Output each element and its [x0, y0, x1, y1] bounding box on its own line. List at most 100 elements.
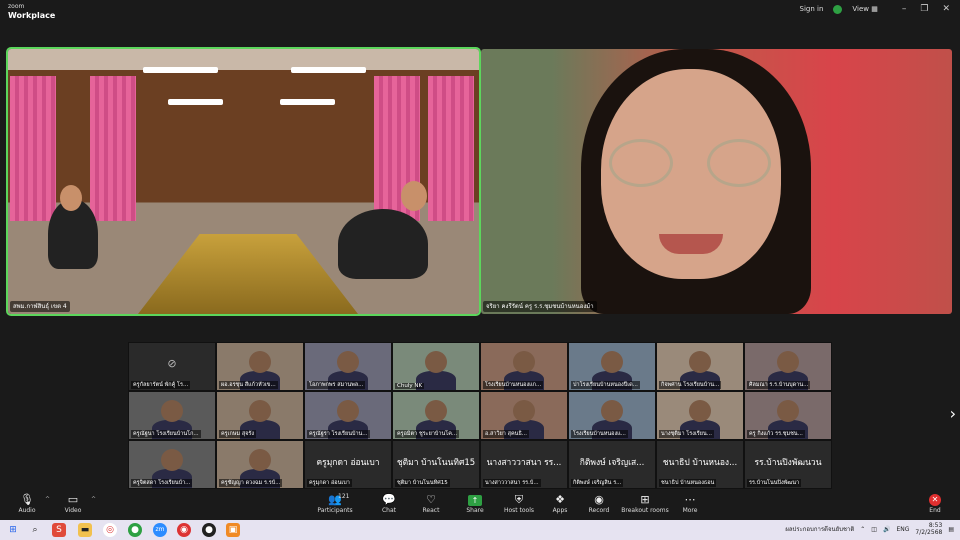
gallery-tile[interactable]: ครูณัฐรา โรงเรียนบ้าน... [304, 391, 392, 440]
gallery-tile[interactable]: ⊘ ครูกัลยารัตน์ พักคู้ โร... [128, 342, 216, 391]
audio-button[interactable]: 🎙 Audio ^ [4, 493, 50, 514]
title-bar: zoom Workplace Sign in View ▦ – ❐ ✕ [0, 0, 960, 22]
participant-head [513, 351, 535, 373]
chrome-icon[interactable]: ◎ [103, 523, 117, 537]
speaker-smile [659, 234, 723, 254]
gallery-tile[interactable]: ศิลมณา ร.ร.บ้านบุดาน... [744, 342, 832, 391]
clock[interactable]: 8:53 7/2/2568 [915, 522, 942, 536]
gallery-tile[interactable]: ผอ.อรชุน สีแก้วหัวเข... [216, 342, 304, 391]
end-button[interactable]: ✕ End [912, 493, 958, 514]
shield-check-icon[interactable] [833, 4, 843, 14]
curtain [428, 75, 474, 222]
gallery-tile[interactable]: Chuly NK [392, 342, 480, 391]
network-icon[interactable]: ◫ [871, 526, 877, 533]
host-tools-button[interactable]: ⛨ Host tools [496, 493, 542, 514]
record-label: Record [588, 507, 610, 514]
video-tile-meeting-room[interactable]: สพม.กาฬสินธุ์ เขต 4 [6, 47, 481, 316]
ceiling-light [168, 99, 223, 105]
view-button[interactable]: View ▦ [852, 5, 877, 13]
restore-icon[interactable]: ❐ [920, 4, 928, 14]
app-red-icon[interactable]: ◉ [177, 523, 191, 537]
video-options-caret[interactable]: ^ [91, 496, 96, 503]
search-icon[interactable]: ⌕ [28, 523, 42, 537]
windows-start-icon[interactable]: ⊞ [6, 523, 20, 537]
gallery-tile[interactable]: อ.สาวิยา สุคนธิ... [480, 391, 568, 440]
language-indicator[interactable]: ENG [896, 526, 909, 533]
gallery-tile[interactable]: ครูมุกดา อ่อนเบา ครูมุกดา อ่อนเบา [304, 440, 392, 489]
react-button[interactable]: ♡ React [408, 493, 454, 514]
video-tile-speaker[interactable]: จริยา คงรีรัตน์ ครู ร.ร.ชุมชนบ้านหนองม้า [481, 49, 952, 314]
view-label: View [852, 5, 870, 13]
more-button[interactable]: ⋯ More [667, 493, 713, 514]
gallery-tile[interactable]: กิติพงษ์ เจริญเส... กิติพงษ์ เจริญสิน ร..… [568, 440, 656, 489]
chat-button[interactable]: 💬 Chat [366, 493, 412, 514]
participant-head [689, 400, 711, 422]
participant-name-label: อ.สาวิยา สุคนธิ... [483, 430, 530, 438]
gallery-tile[interactable]: ครู กิ่งแก้ว รร.ชุมชน... [744, 391, 832, 440]
record-button[interactable]: ◉ Record [576, 493, 622, 514]
participant-head [337, 400, 359, 422]
shield-icon: ⛨ [514, 493, 524, 506]
gallery-tile[interactable]: ครูจิตสดา โรงเรียนบ้า... [128, 440, 216, 489]
meeting-toolbar: 🎙 Audio ^ ▭ Video ^ 👥 121 Participants 💬 Chat ♡… [0, 490, 960, 520]
glasses-left [609, 139, 673, 187]
gallery-tile[interactable]: ปาโรงเรียนบ้านหนองปีเด... [568, 342, 656, 391]
breakout-rooms-button[interactable]: ⊞ Breakout rooms [620, 493, 670, 514]
sign-in-link[interactable]: Sign in [800, 5, 824, 13]
video-button[interactable]: ▭ Video ^ [50, 493, 96, 514]
line-icon[interactable]: ● [128, 523, 142, 537]
participant-head [777, 400, 799, 422]
gallery-tile[interactable]: ชนาธิป บ้านหนอง... ชนาธิป บ้านหนองธอน [656, 440, 744, 489]
gallery-tile[interactable]: ครูอมิตา ชูระยาบ้านโค... [392, 391, 480, 440]
tray-chevron-icon[interactable]: ⌃ [860, 526, 865, 533]
clock-date: 7/2/2568 [915, 529, 943, 536]
volume-icon[interactable]: 🔊 [883, 526, 890, 533]
gallery-tile[interactable]: รร.บ้านปิงพัฒนวน รร.บ้านโนนปิงพัฒนา [744, 440, 832, 489]
participants-button[interactable]: 👥 121 Participants [310, 493, 360, 514]
gallery-tile[interactable]: ครูชัญญา ดวงฉม ร.รบ้... [216, 440, 304, 489]
chat-icon: 💬 [382, 493, 396, 506]
app-orange-icon[interactable]: ▣ [226, 523, 240, 537]
participant-name-label: ครูจิตสดา โรงเรียนบ้า... [131, 479, 193, 487]
zoom-taskbar-icon[interactable]: zm [153, 523, 167, 537]
participant-head [337, 351, 359, 373]
notification-icon[interactable]: ▤ [948, 526, 954, 533]
close-icon[interactable]: ✕ [942, 4, 950, 14]
file-explorer-icon[interactable]: ▬ [78, 523, 92, 537]
participant-name-label: ครูเกษม สุจรัง [219, 430, 257, 438]
camera-icon: ▭ [67, 493, 79, 506]
gallery-tile[interactable]: กิจพศาน โรงเรียนบ้าน... [656, 342, 744, 391]
gallery-tile[interactable]: โรงเรียนบ้านหนองแก... [480, 342, 568, 391]
participant-name-label: ครูชัญญา ดวงฉม ร.รบ้... [219, 479, 283, 487]
share-label: Share [466, 507, 484, 514]
participant-name-label: โรงเรียนบ้านหนองแก... [483, 381, 544, 389]
curtain [10, 75, 56, 222]
gallery-tile[interactable]: นางสาววาสนา รร... นางสาววาสนา รร.บ้... [480, 440, 568, 489]
curtain [90, 75, 136, 222]
participant-head [249, 449, 271, 471]
app-dark-icon[interactable]: ● [202, 523, 216, 537]
gallery-tile[interactable]: นางชุติมา โรงเรียน... [656, 391, 744, 440]
participant-head [777, 351, 799, 373]
participant-head [601, 351, 623, 373]
host-tools-label: Host tools [503, 507, 535, 514]
participant-head [425, 351, 447, 373]
app-s-icon[interactable]: S [52, 523, 66, 537]
glasses-right [707, 139, 771, 187]
participant-name-label: ครูณัฐนา โรงเรียนบ้านโก... [131, 430, 201, 438]
share-button[interactable]: ↑ Share [452, 493, 498, 514]
news-widget[interactable]: ผลประกอบการดีจนยับชาติ [785, 524, 854, 534]
next-page-chevron-icon[interactable]: › [950, 404, 956, 423]
tile-name-label: จริยา คงรีรัตน์ ครู ร.ร.ชุมชนบ้านหนองม้า [483, 301, 597, 312]
participant-name-label: ครูณัฐรา โรงเรียนบ้าน... [307, 430, 370, 438]
minimize-icon[interactable]: – [902, 4, 907, 14]
gallery-tile[interactable]: ชุติมา บ้านโนนทิศ15 ชุติมา บ้านโนนทิศ15 [392, 440, 480, 489]
gallery-tile[interactable]: ครูณัฐนา โรงเรียนบ้านโก... [128, 391, 216, 440]
participant-name-label: นางชุติมา โรงเรียน... [659, 430, 714, 438]
ceiling-light [280, 99, 335, 105]
participant-name-label: ผอ.อรชุน สีแก้วหัวเข... [219, 381, 278, 389]
gallery-tile[interactable]: โอภาพกพร สมานพล... [304, 342, 392, 391]
gallery-tile[interactable]: โรงเรียนบ้านหนองแ... [568, 391, 656, 440]
gallery-tile[interactable]: ครูเกษม สุจรัง [216, 391, 304, 440]
participant-name-label: ชุติมา บ้านโนนทิศ15 [395, 479, 450, 487]
